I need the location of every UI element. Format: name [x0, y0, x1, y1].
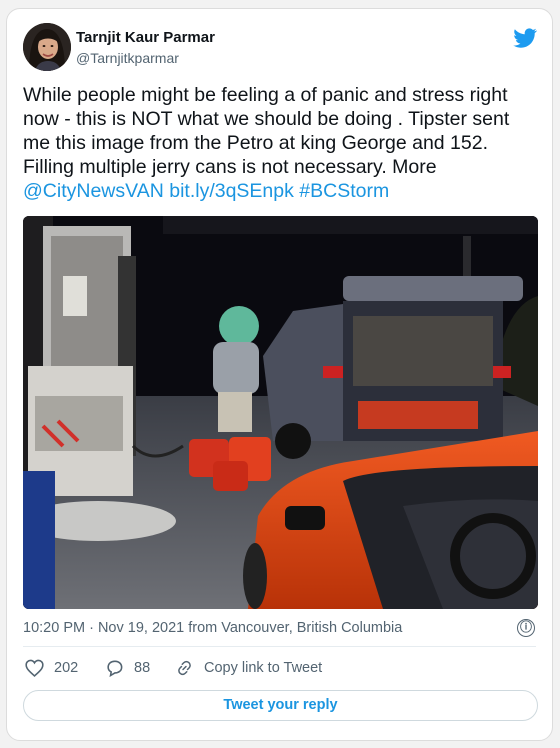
twitter-bird-icon[interactable]	[513, 26, 537, 50]
avatar[interactable]	[23, 23, 71, 71]
reply-bubble-icon	[107, 660, 123, 677]
link-icon	[178, 660, 191, 676]
author-handle[interactable]: @Tarnjitkparmar	[76, 50, 179, 66]
heart-icon	[25, 659, 44, 677]
tweet-card: Tarnjit Kaur Parmar @Tarnjitkparmar Whil…	[6, 8, 553, 741]
gas-station-photo	[23, 216, 538, 609]
tweet-timestamp[interactable]: 10:20 PM · Nov 19, 2021 from Vancouver, …	[23, 620, 402, 636]
copy-link-action[interactable]: Copy link to Tweet	[175, 659, 322, 677]
tweet-body: While people might be feeling a of panic…	[23, 84, 510, 178]
tweet-photo[interactable]	[23, 216, 538, 609]
like-action[interactable]: 202	[25, 659, 78, 677]
like-count: 202	[54, 660, 79, 676]
tweet-text: While people might be feeling a of panic…	[23, 83, 539, 203]
url-link[interactable]: bit.ly/3qSEnpk	[169, 180, 294, 202]
reply-action[interactable]: 88	[105, 659, 150, 677]
info-icon[interactable]: ⓘ	[517, 619, 535, 637]
reply-count: 88	[134, 660, 151, 676]
copy-link-label: Copy link to Tweet	[204, 660, 323, 676]
author-name[interactable]: Tarnjit Kaur Parmar	[76, 29, 215, 46]
mention-link[interactable]: @CityNewsVAN	[23, 180, 164, 202]
hashtag-link[interactable]: #BCStorm	[299, 180, 389, 202]
tweet-reply-button[interactable]: Tweet your reply	[23, 690, 538, 721]
divider	[23, 646, 536, 647]
